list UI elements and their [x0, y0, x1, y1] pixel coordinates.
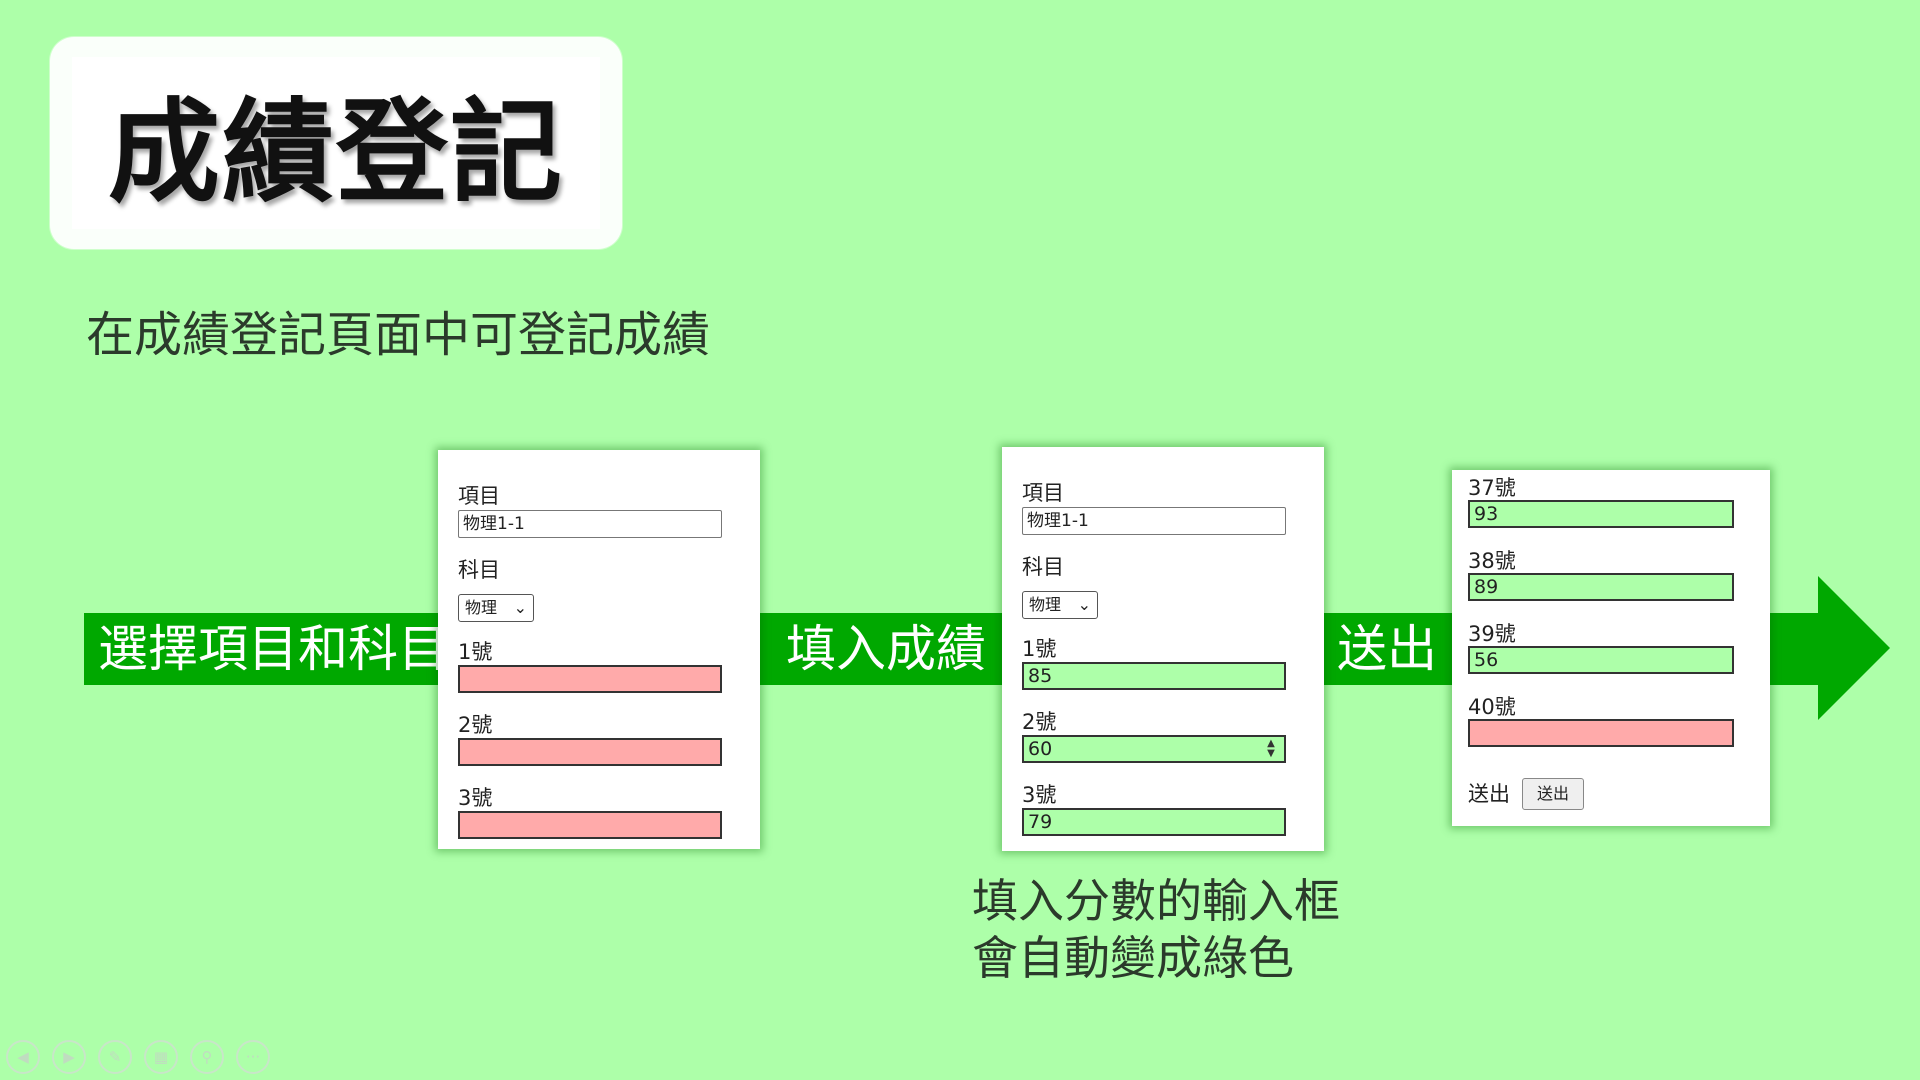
form-screenshot-filled: 項目 物理1-1 科目 物理 ⌄ 1號 85 2號 60 ▲ ▼ 3號 79	[1002, 447, 1324, 851]
step3-label: 送出	[1337, 620, 1437, 678]
score-input[interactable]: 60 ▲ ▼	[1022, 735, 1286, 763]
score-input-value: 60	[1028, 738, 1053, 760]
row-label: 3號	[458, 786, 493, 810]
subject-label: 科目	[458, 558, 500, 582]
chevron-down-icon: ⌄	[513, 598, 527, 617]
form-screenshot-submit: 37號 93 38號 89 39號 56 40號 送出 送出	[1452, 470, 1770, 826]
chevron-down-icon: ⌄	[1077, 595, 1091, 614]
score-input[interactable]: 85	[1022, 662, 1286, 690]
prev-icon[interactable]: ◀	[6, 1040, 40, 1074]
subject-select-value: 物理	[1029, 595, 1062, 614]
row-label: 3號	[1022, 783, 1057, 807]
subject-select[interactable]: 物理 ⌄	[458, 594, 534, 622]
score-input[interactable]	[458, 738, 722, 766]
zoom-icon[interactable]: ⚲	[190, 1040, 224, 1074]
score-input[interactable]: 79	[1022, 808, 1286, 836]
form-screenshot-select: 項目 物理1-1 科目 物理 ⌄ 1號 2號 3號	[438, 450, 760, 849]
subject-label: 科目	[1022, 555, 1064, 579]
row-label: 2號	[1022, 710, 1057, 734]
row-label: 40號	[1468, 695, 1516, 719]
step2-label: 填入成績	[786, 620, 986, 678]
row-label: 1號	[1022, 637, 1057, 661]
row-label: 38號	[1468, 549, 1516, 573]
submit-label: 送出	[1468, 782, 1510, 806]
title-card-inner: 成績登記	[72, 57, 600, 229]
score-input[interactable]	[1468, 719, 1734, 747]
more-icon[interactable]: ···	[236, 1040, 270, 1074]
subject-select[interactable]: 物理 ⌄	[1022, 591, 1098, 619]
item-input[interactable]: 物理1-1	[458, 510, 722, 538]
arrow-head-icon	[1818, 576, 1890, 720]
row-label: 37號	[1468, 476, 1516, 500]
caption-line2: 會自動變成綠色	[972, 931, 1294, 985]
pen-icon[interactable]: ✎	[98, 1040, 132, 1074]
slides-icon[interactable]: ▦	[144, 1040, 178, 1074]
score-input[interactable]: 56	[1468, 646, 1734, 674]
slide-subtitle: 在成績登記頁面中可登記成績	[86, 307, 711, 363]
row-label: 39號	[1468, 622, 1516, 646]
item-input[interactable]: 物理1-1	[1022, 507, 1286, 535]
row-label: 2號	[458, 713, 493, 737]
item-label: 項目	[458, 484, 500, 508]
score-input[interactable]: 93	[1468, 500, 1734, 528]
next-icon[interactable]: ▶	[52, 1040, 86, 1074]
score-input[interactable]	[458, 665, 722, 693]
submit-button[interactable]: 送出	[1522, 778, 1584, 810]
score-input[interactable]: 89	[1468, 573, 1734, 601]
title-card: 成績登記	[50, 37, 622, 249]
row-label: 1號	[458, 640, 493, 664]
spinner-icon[interactable]: ▲ ▼	[1264, 739, 1278, 759]
slide-title: 成績登記	[108, 88, 564, 218]
score-input[interactable]	[458, 811, 722, 839]
step1-label: 選擇項目和科目	[98, 620, 448, 678]
subject-select-value: 物理	[465, 598, 498, 617]
item-label: 項目	[1022, 481, 1064, 505]
